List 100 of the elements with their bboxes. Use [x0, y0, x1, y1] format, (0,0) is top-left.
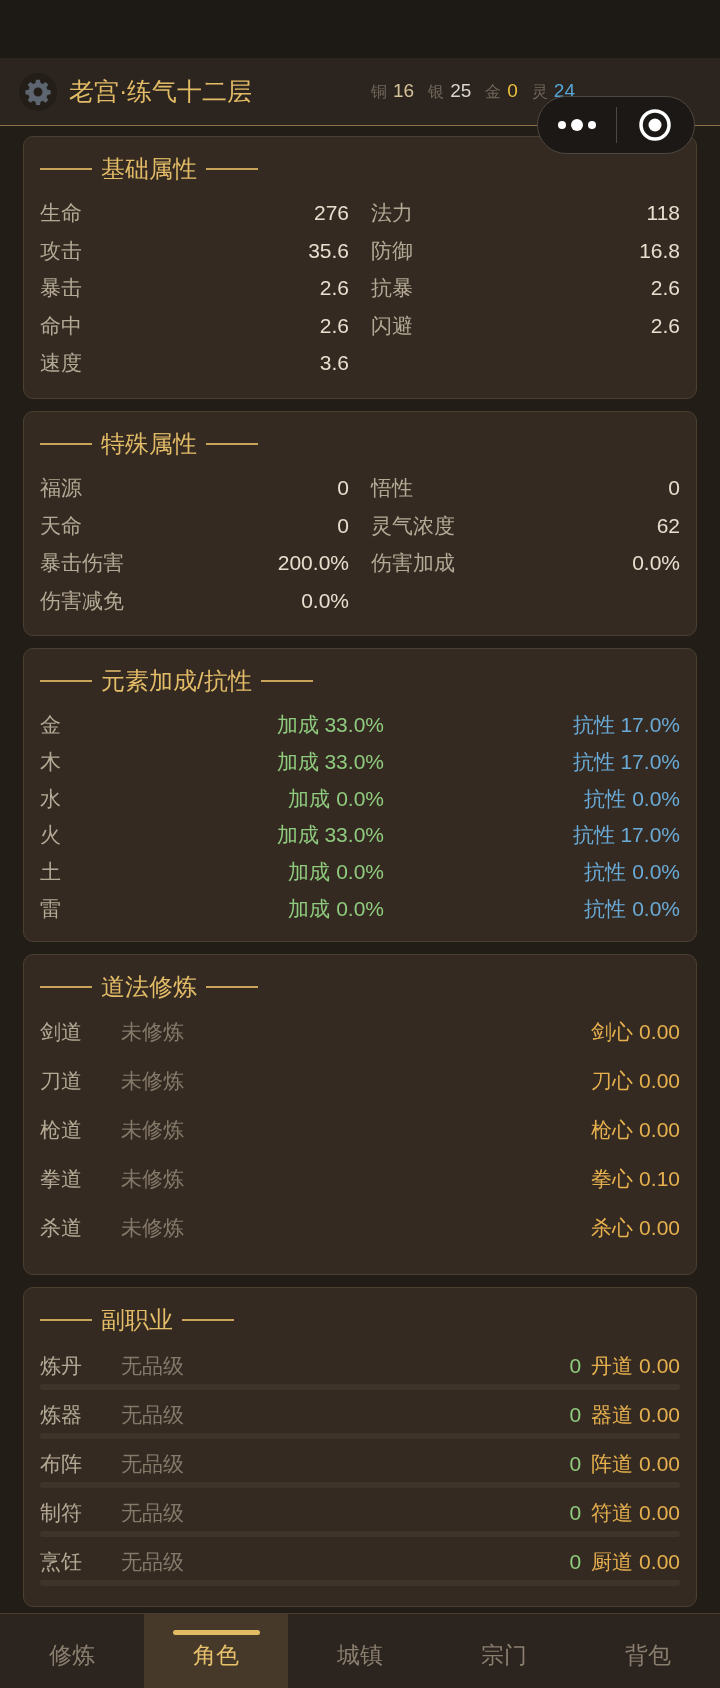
- element-label: 火: [40, 822, 61, 849]
- profession-grade: 无品级: [121, 1549, 184, 1576]
- currency-amount: 24: [553, 79, 575, 104]
- nav-tab[interactable]: 修炼: [0, 1614, 144, 1688]
- profession-count: 0: [569, 1402, 582, 1429]
- element-label: 水: [40, 785, 61, 812]
- profession-name: 烹饪: [40, 1549, 83, 1576]
- stat-value: 62: [656, 512, 680, 539]
- stat-label: 灵气浓度: [371, 512, 455, 539]
- stat-value: 2.6: [319, 275, 349, 302]
- stat-label: 攻击: [40, 237, 82, 264]
- stat-value: 16.8: [639, 237, 680, 264]
- nav-tab[interactable]: 角色: [144, 1614, 288, 1688]
- element-bonus: 加成 33.0%: [276, 822, 384, 849]
- dao-name: 杀道: [40, 1214, 83, 1241]
- element-resistance: 抗性 17.0%: [572, 822, 680, 849]
- element-bonus: 加成 0.0%: [288, 785, 384, 812]
- element-bonus: 加成 33.0%: [276, 712, 384, 738]
- dao-status: 未修炼: [121, 1067, 184, 1094]
- stat-value: 0.0%: [301, 587, 349, 614]
- profession-name: 炼丹: [40, 1353, 83, 1380]
- element-label: 土: [40, 859, 61, 886]
- stat-label: 防御: [371, 237, 413, 264]
- stat-label: 暴击伤害: [40, 550, 124, 577]
- ring-dot-icon[interactable]: [639, 109, 672, 141]
- profession-value: 阵道 0.00: [591, 1451, 680, 1478]
- element-label: 金: [40, 712, 61, 738]
- stat-label: 悟性: [371, 475, 413, 501]
- stat-label: 福源: [40, 475, 82, 501]
- element-bonus: 加成 0.0%: [288, 859, 384, 886]
- dao-name: 剑道: [40, 1018, 83, 1045]
- dao-name: 刀道: [40, 1067, 83, 1094]
- profession-grade: 无品级: [121, 1500, 184, 1527]
- profession-value: 丹道 0.00: [591, 1353, 680, 1380]
- profession-name: 布阵: [40, 1451, 83, 1478]
- element-resistance: 抗性 17.0%: [572, 712, 680, 738]
- stat-label: 抗暴: [371, 275, 413, 302]
- profession-name: 炼器: [40, 1402, 83, 1429]
- dao-value: 刀心 0.00: [591, 1067, 680, 1094]
- more-icon[interactable]: [556, 119, 597, 131]
- profession-value: 器道 0.00: [591, 1402, 680, 1429]
- stat-label: 命中: [40, 312, 82, 339]
- nav-tab[interactable]: 城镇: [288, 1614, 432, 1688]
- section-title: 副职业: [101, 1305, 173, 1336]
- stat-value: 2.6: [650, 312, 680, 339]
- stat-value: 3.6: [319, 350, 349, 377]
- currency-label: 铜: [371, 81, 387, 102]
- element-bonus: 加成 33.0%: [276, 748, 384, 775]
- stat-value: 2.6: [650, 275, 680, 302]
- element-bonus: 加成 0.0%: [288, 895, 384, 922]
- dao-name: 拳道: [40, 1165, 83, 1192]
- currency-label: 金: [485, 81, 502, 102]
- currency-amount: 0: [507, 79, 518, 104]
- element-label: 雷: [40, 895, 61, 922]
- stat-label: 伤害加成: [371, 550, 455, 577]
- stat-value: 118: [646, 200, 680, 227]
- stat-label: 速度: [40, 350, 82, 377]
- section-title: 特殊属性: [101, 428, 197, 459]
- dao-name: 枪道: [40, 1116, 83, 1143]
- stat-value: 0: [668, 475, 680, 501]
- element-resistance: 抗性 17.0%: [572, 748, 680, 775]
- dao-status: 未修炼: [121, 1018, 184, 1045]
- profession-count: 0: [569, 1500, 582, 1527]
- currency-label: 银: [428, 81, 445, 102]
- section-title: 基础属性: [101, 154, 197, 184]
- stat-value: 35.6: [308, 237, 349, 264]
- section-title: 元素加成/抗性: [101, 666, 252, 697]
- stat-label: 闪避: [371, 312, 413, 339]
- dao-status: 未修炼: [121, 1116, 184, 1143]
- element-resistance: 抗性 0.0%: [584, 859, 680, 886]
- profession-grade: 无品级: [121, 1353, 184, 1380]
- profession-grade: 无品级: [121, 1402, 184, 1429]
- dao-status: 未修炼: [121, 1165, 184, 1192]
- stat-value: 276: [313, 200, 349, 227]
- nav-tab[interactable]: 宗门: [432, 1614, 576, 1688]
- stat-label: 生命: [40, 200, 82, 227]
- stat-value: 0.0%: [632, 550, 680, 577]
- profession-count: 0: [569, 1353, 582, 1380]
- stat-value: 0: [337, 475, 349, 501]
- profession-count: 0: [569, 1549, 582, 1576]
- profession-name: 制符: [40, 1500, 83, 1527]
- dao-value: 拳心 0.10: [591, 1165, 680, 1192]
- currency-label: 灵: [531, 81, 548, 102]
- section-title: 道法修炼: [101, 972, 197, 1003]
- settings-icon[interactable]: [19, 72, 57, 111]
- currency-amount: 25: [450, 79, 472, 104]
- character-title: 老宫·练气十二层: [69, 75, 253, 107]
- profession-grade: 无品级: [121, 1451, 184, 1478]
- profession-value: 符道 0.00: [591, 1500, 680, 1527]
- dao-value: 杀心 0.00: [591, 1214, 680, 1241]
- stat-label: 暴击: [40, 275, 82, 302]
- stat-label: 伤害减免: [40, 587, 124, 614]
- element-resistance: 抗性 0.0%: [584, 785, 680, 812]
- stat-value: 2.6: [319, 312, 349, 339]
- nav-tab[interactable]: 背包: [576, 1614, 720, 1688]
- dao-status: 未修炼: [121, 1214, 184, 1241]
- stat-value: 200.0%: [277, 550, 349, 577]
- element-resistance: 抗性 0.0%: [584, 895, 680, 922]
- profession-value: 厨道 0.00: [591, 1549, 680, 1576]
- currency-amount: 16: [393, 79, 415, 104]
